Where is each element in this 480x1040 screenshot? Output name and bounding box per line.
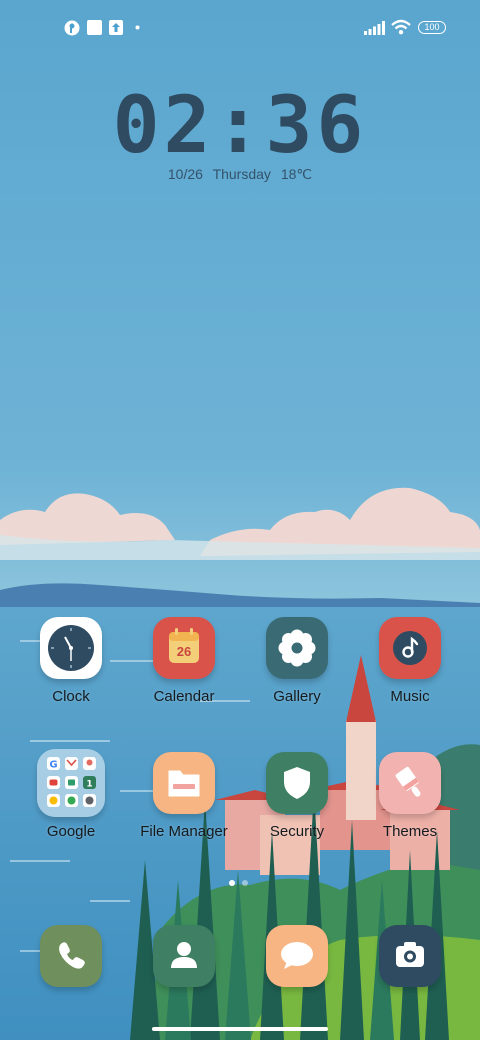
status-bar: 100 <box>0 0 480 56</box>
app-calendar[interactable]: 26 Calendar <box>128 617 240 705</box>
shield-icon <box>266 752 328 814</box>
battery-level: 100 <box>424 22 440 32</box>
app-label: File Manager <box>140 823 228 840</box>
app-clock[interactable]: Clock <box>15 617 127 705</box>
page-dot <box>242 880 248 886</box>
flower-gear-icon <box>266 617 328 679</box>
contacts-icon <box>153 925 215 987</box>
battery-icon: 100 <box>418 21 446 34</box>
app-label: Themes <box>382 823 438 840</box>
app-gallery[interactable]: Gallery <box>241 617 353 705</box>
google-folder-icon: G 1 <box>37 749 105 817</box>
square-notification-icon <box>87 20 102 35</box>
more-dot-icon <box>135 25 140 30</box>
svg-text:G: G <box>49 760 57 771</box>
dock-phone[interactable] <box>15 925 127 987</box>
app-file-manager[interactable]: File Manager <box>128 752 240 840</box>
clock-icon <box>40 617 102 679</box>
date: 10/26 <box>167 166 203 182</box>
brush-icon <box>379 752 441 814</box>
date-weather[interactable]: 10/26 Thursday 18℃ <box>0 166 480 183</box>
upload-icon <box>109 20 123 35</box>
folder-icon <box>153 752 215 814</box>
music-icon <box>379 617 441 679</box>
app-label: Google <box>46 823 96 840</box>
app-label: Calendar <box>153 688 215 705</box>
app-notification-icon <box>64 20 80 36</box>
dock-messages[interactable] <box>241 925 353 987</box>
home-gesture-bar[interactable] <box>152 1027 328 1031</box>
app-label: Music <box>390 688 430 705</box>
page-dot-active <box>229 880 235 886</box>
dock-contacts[interactable] <box>128 925 240 987</box>
app-themes[interactable]: Themes <box>354 752 466 840</box>
page-indicator[interactable] <box>226 880 254 886</box>
app-label: Clock <box>52 688 90 705</box>
calendar-icon: 26 <box>153 617 215 679</box>
app-label: Security <box>269 823 325 840</box>
app-label: Gallery <box>273 688 321 705</box>
app-security[interactable]: Security <box>241 752 353 840</box>
dock-camera[interactable] <box>354 925 466 987</box>
weekday: Thursday <box>212 166 271 182</box>
calendar-day: 26 <box>176 644 192 659</box>
svg-text:1: 1 <box>86 780 92 790</box>
signal-icon <box>364 21 385 35</box>
camera-icon <box>379 925 441 987</box>
phone-icon <box>40 925 102 987</box>
temperature: 18℃ <box>280 166 313 182</box>
wifi-icon <box>391 19 411 35</box>
app-music[interactable]: Music <box>354 617 466 705</box>
message-icon <box>266 925 328 987</box>
clock-time[interactable]: 02:36 <box>0 84 480 168</box>
folder-google[interactable]: G 1 Google <box>15 749 127 840</box>
